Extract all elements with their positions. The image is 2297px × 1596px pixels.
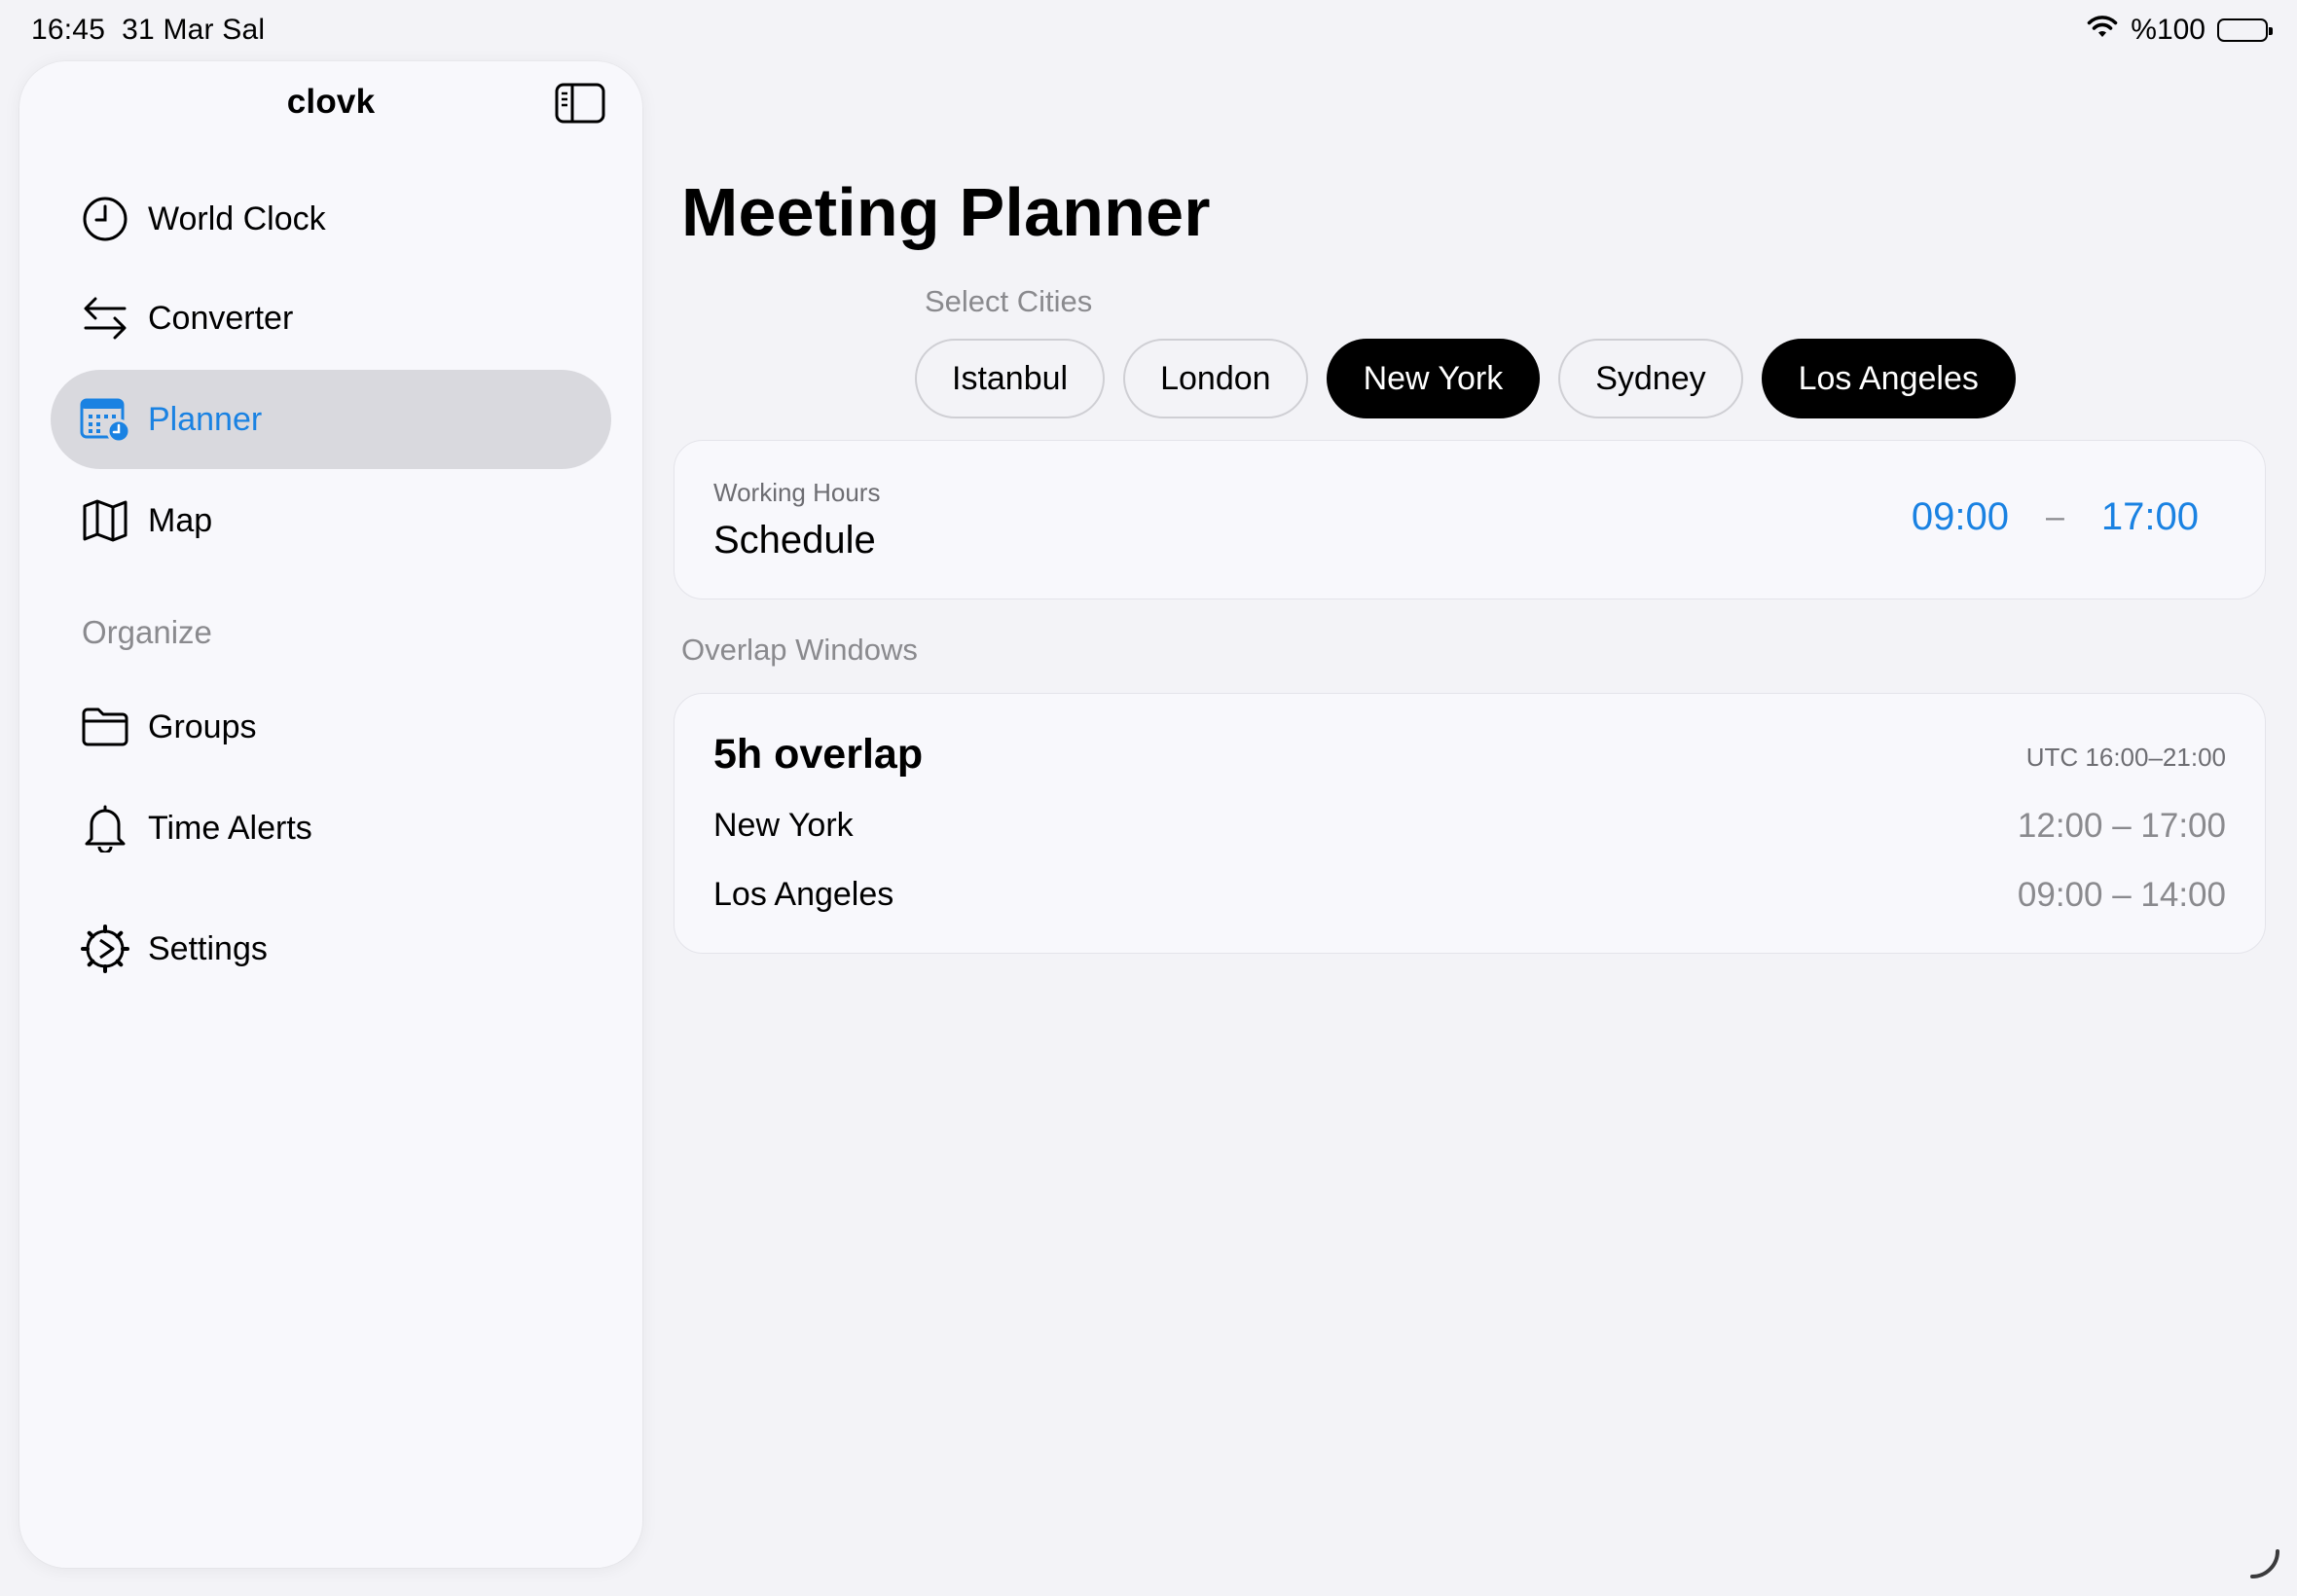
battery-percent: %100 (2131, 14, 2206, 46)
overlap-windows-label: Overlap Windows (681, 633, 918, 667)
sidebar-item-label: World Clock (148, 200, 326, 237)
resize-handle-icon[interactable] (2248, 1547, 2281, 1580)
sidebar-item-groups[interactable]: Groups (51, 677, 611, 777)
status-date: 31 Mar Sal (122, 14, 266, 46)
city-chip-istanbul[interactable]: Istanbul (915, 339, 1106, 418)
city-chip-list: Istanbul London New York Sydney Los Ange… (915, 339, 2016, 418)
status-time: 16:45 (31, 14, 106, 46)
map-icon (80, 495, 130, 546)
sidebar-item-label: Map (148, 501, 213, 539)
list-item: Los Angeles 09:00 – 14:00 (713, 876, 2226, 925)
arrows-exchange-icon (80, 293, 130, 344)
sidebar-item-label: Settings (148, 929, 268, 967)
sidebar-item-label: Time Alerts (148, 809, 312, 847)
sidebar-item-settings[interactable]: Settings (51, 899, 611, 998)
overlap-city: Los Angeles (713, 876, 894, 913)
battery-icon (2217, 18, 2273, 42)
overlap-utc-range: UTC 16:00–21:00 (2025, 743, 2226, 772)
sidebar: clovk World Clock Converter Planner Map … (19, 61, 642, 1568)
bell-icon (80, 803, 130, 853)
sidebar-item-label: Converter (148, 299, 294, 337)
city-chip-los-angeles[interactable]: Los Angeles (1761, 339, 2016, 418)
overlap-city: New York (713, 807, 854, 844)
sidebar-item-map[interactable]: Map (51, 471, 611, 570)
overlap-range: 09:00 – 14:00 (2017, 876, 2226, 914)
working-hours-range: 09:00 – 17:00 (1912, 495, 2199, 539)
app-title: clovk (286, 83, 376, 121)
overlap-range: 12:00 – 17:00 (2017, 807, 2226, 845)
wifi-icon (2086, 14, 2119, 47)
city-chip-london[interactable]: London (1123, 339, 1308, 418)
sidebar-item-time-alerts[interactable]: Time Alerts (51, 779, 611, 878)
start-time-picker[interactable]: 09:00 (1912, 495, 2009, 539)
gear-icon (80, 924, 130, 974)
calendar-clock-icon (80, 394, 130, 445)
sidebar-item-label: Planner (148, 400, 263, 438)
list-item: New York 12:00 – 17:00 (713, 807, 2226, 855)
sidebar-item-label: Groups (148, 707, 257, 745)
time-separator: – (2045, 498, 2064, 535)
working-hours-label: Working Hours (713, 478, 881, 507)
end-time-picker[interactable]: 17:00 (2101, 495, 2199, 539)
overlap-title: 5h overlap (713, 731, 924, 778)
city-chip-new-york[interactable]: New York (1326, 339, 1541, 418)
section-label-organize: Organize (82, 614, 212, 650)
working-hours-card: Working Hours Schedule 09:00 – 17:00 (674, 440, 2266, 599)
folder-icon (80, 702, 130, 752)
sidebar-item-converter[interactable]: Converter (51, 269, 611, 368)
status-time-date: 16:45 31 Mar Sal (31, 14, 265, 47)
sidebar-item-world-clock[interactable]: World Clock (51, 169, 611, 269)
select-cities-label: Select Cities (925, 284, 1093, 318)
page-title: Meeting Planner (681, 174, 1211, 250)
clock-icon (80, 194, 130, 244)
schedule-title: Schedule (713, 519, 876, 562)
city-chip-sydney[interactable]: Sydney (1558, 339, 1743, 418)
sidebar-toggle-icon[interactable] (555, 83, 605, 126)
status-right: %100 (2086, 14, 2273, 47)
overlap-card: 5h overlap UTC 16:00–21:00 New York 12:0… (674, 693, 2266, 954)
status-bar: 16:45 31 Mar Sal %100 (0, 0, 2297, 60)
sidebar-item-planner[interactable]: Planner (51, 370, 611, 469)
